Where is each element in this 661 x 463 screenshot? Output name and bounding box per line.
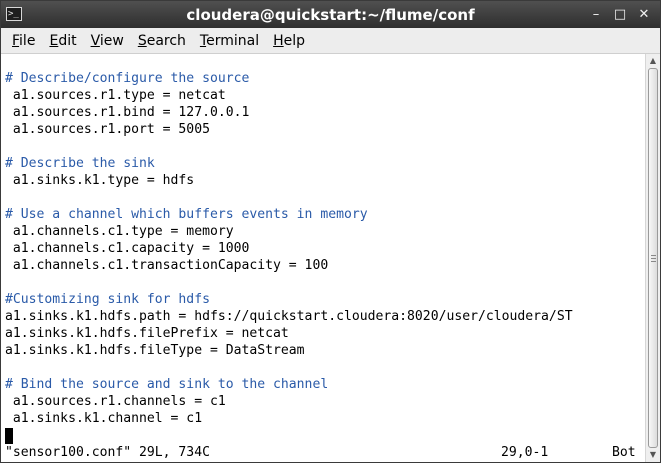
maximize-button[interactable]: □ (608, 4, 632, 26)
menu-view[interactable]: View (84, 30, 131, 52)
menu-file-label: ile (19, 32, 36, 49)
vertical-scrollbar[interactable]: ▲ ▼ (645, 54, 660, 462)
terminal-line: #Customizing sink for hdfs (5, 292, 210, 307)
terminal-line: a1.channels.c1.type = memory (5, 224, 234, 239)
terminal-line: # Bind the source and sink to the channe… (5, 377, 329, 392)
terminal-line: # Use a channel which buffers events in … (5, 207, 368, 222)
window-title: cloudera@quickstart:~/flume/conf (186, 6, 475, 24)
status-scroll-position: Bot (612, 445, 636, 460)
scroll-up-arrow-icon[interactable]: ▲ (646, 54, 660, 68)
terminal-line: a1.channels.c1.capacity = 1000 (5, 241, 250, 256)
menu-search-label: earch (146, 32, 186, 49)
terminal-line: a1.sinks.k1.type = hdfs (5, 173, 195, 188)
close-button[interactable]: ✕ (632, 4, 656, 26)
terminal-line: a1.sinks.k1.hdfs.filePrefix = netcat (5, 326, 289, 341)
minimize-button[interactable]: – (584, 4, 608, 26)
title-bar[interactable]: >_ cloudera@quickstart:~/flume/conf – □ … (1, 1, 660, 28)
window-controls: – □ ✕ (584, 4, 656, 26)
terminal-line: # Describe the sink (5, 156, 155, 171)
menu-file-mnemonic: F (12, 32, 20, 49)
scroll-down-arrow-icon[interactable]: ▼ (646, 448, 660, 462)
grip-line (651, 255, 656, 256)
menu-help-label: elp (283, 32, 306, 49)
menu-help[interactable]: Help (266, 30, 312, 52)
terminal-line: a1.sources.r1.type = netcat (5, 88, 226, 103)
terminal-line: a1.sources.r1.channels = c1 (5, 394, 226, 409)
menu-view-mnemonic: V (90, 32, 100, 49)
menu-terminal[interactable]: Terminal (193, 30, 266, 52)
menu-terminal-label: erminal (206, 32, 260, 49)
terminal-line: a1.sources.r1.bind = 127.0.0.1 (5, 105, 250, 120)
terminal-line: a1.channels.c1.transactionCapacity = 100 (5, 258, 329, 273)
terminal-text-area[interactable]: # Describe/configure the source a1.sourc… (1, 54, 644, 462)
terminal-line: a1.sources.r1.port = 5005 (5, 122, 210, 137)
status-file-info: "sensor100.conf" 29L, 734C (5, 445, 210, 460)
status-cursor-position: 29,0-1 (501, 445, 549, 460)
menu-edit-label: dit (58, 32, 77, 49)
terminal-line: a1.sinks.k1.channel = c1 (5, 411, 203, 426)
menu-edit-mnemonic: E (49, 32, 59, 49)
scrollbar-thumb[interactable] (648, 68, 658, 448)
terminal-line: # Describe/configure the source (5, 71, 250, 86)
menu-search[interactable]: Search (131, 30, 193, 52)
menu-search-mnemonic: S (137, 32, 147, 49)
menu-file[interactable]: File (5, 30, 42, 52)
text-cursor (5, 428, 13, 444)
menu-view-label: iew (99, 32, 124, 49)
terminal-line: a1.sinks.k1.hdfs.fileType = DataStream (5, 343, 305, 358)
terminal-window: >_ cloudera@quickstart:~/flume/conf – □ … (0, 0, 661, 463)
grip-line (651, 258, 656, 259)
menu-help-mnemonic: H (273, 32, 284, 49)
menu-edit[interactable]: Edit (42, 30, 83, 52)
terminal-line: a1.sinks.k1.hdfs.path = hdfs://quickstar… (5, 309, 573, 324)
menu-bar: File Edit View Search Terminal Help (1, 28, 660, 54)
grip-line (651, 261, 656, 262)
